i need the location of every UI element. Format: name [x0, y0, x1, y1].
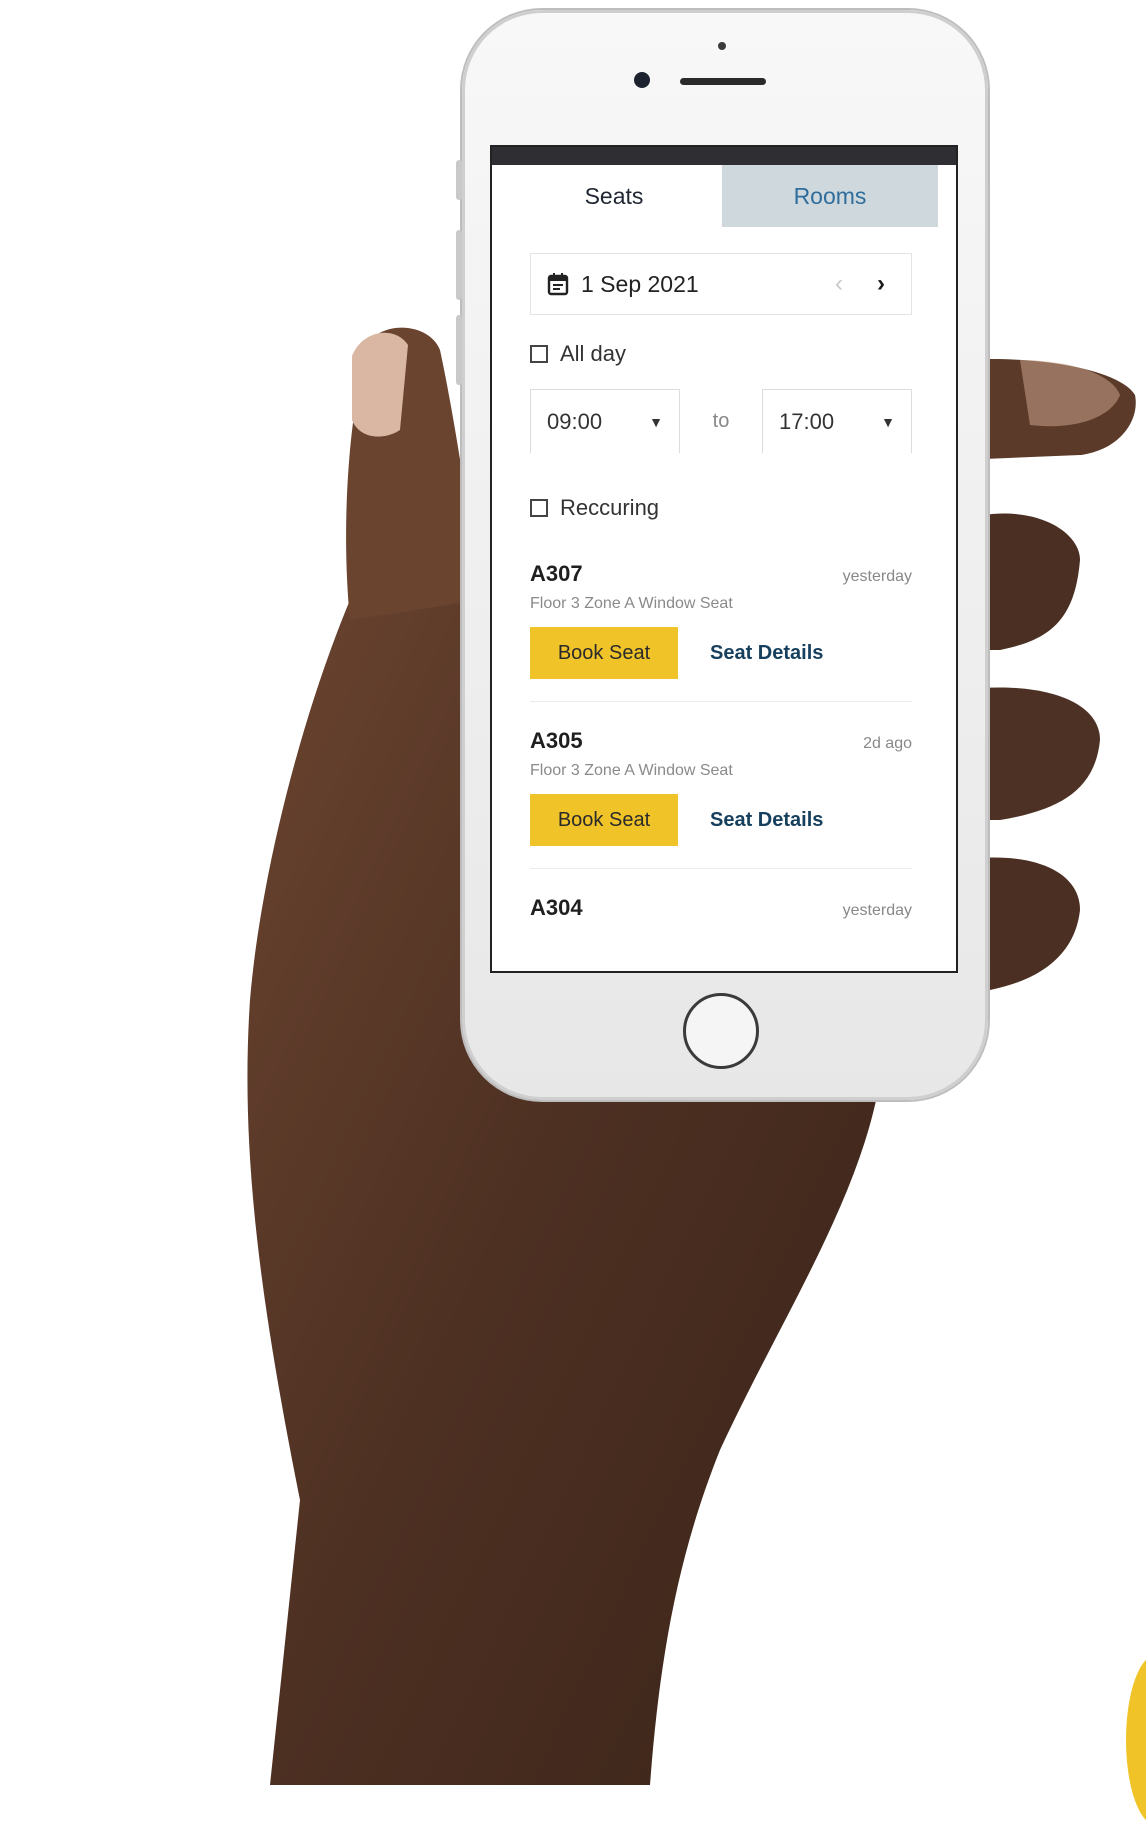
- start-time-value: 09:00: [547, 408, 603, 434]
- selected-date: 1 Sep 2021: [581, 270, 699, 297]
- chevron-right-icon[interactable]: ›: [867, 270, 895, 298]
- seat-id: A305: [530, 728, 583, 753]
- recurring-option[interactable]: Reccuring: [530, 495, 956, 521]
- status-bar: [492, 147, 956, 165]
- date-picker[interactable]: 1 Sep 2021 ‹ ›: [530, 253, 912, 315]
- seat-meta: Floor 3 Zone A Window Seat: [530, 762, 733, 779]
- list-item: A307 yesterday Floor 3 Zone A Window Sea…: [530, 561, 912, 702]
- seat-timestamp: 2d ago: [863, 735, 912, 752]
- home-button[interactable]: [683, 993, 759, 1069]
- list-item: A304 yesterday: [530, 895, 912, 943]
- earpiece-speaker: [680, 78, 766, 85]
- book-seat-button[interactable]: Book Seat: [530, 627, 678, 679]
- list-item: A305 2d ago Floor 3 Zone A Window Seat B…: [530, 728, 912, 869]
- tab-bar: Seats Rooms: [506, 165, 938, 227]
- end-time-value: 17:00: [779, 408, 835, 434]
- all-day-label: All day: [560, 341, 627, 366]
- caret-down-icon: ▼: [649, 413, 663, 430]
- calendar-icon: [547, 273, 569, 296]
- tab-seats[interactable]: Seats: [506, 165, 722, 227]
- phone-volume-button: [456, 315, 462, 385]
- caret-down-icon: ▼: [881, 413, 895, 430]
- seat-details-link[interactable]: Seat Details: [710, 642, 823, 665]
- seat-meta: Floor 3 Zone A Window Seat: [530, 595, 733, 612]
- seat-timestamp: yesterday: [842, 568, 912, 585]
- tab-rooms[interactable]: Rooms: [722, 165, 938, 227]
- seat-id: A304: [530, 895, 583, 920]
- time-separator: to: [712, 409, 730, 432]
- front-camera: [634, 72, 650, 88]
- phone-screen: Seats Rooms 1 Sep 2021 ‹ › All day 09:00…: [490, 145, 958, 973]
- time-range: 09:00 ▼ to 17:00 ▼: [530, 389, 912, 453]
- all-day-checkbox[interactable]: [530, 345, 548, 363]
- seat-id: A307: [530, 561, 583, 586]
- end-time-select[interactable]: 17:00 ▼: [762, 389, 912, 453]
- book-seat-button[interactable]: Book Seat: [530, 794, 678, 846]
- recurring-checkbox[interactable]: [530, 499, 548, 517]
- sensor: [718, 42, 726, 50]
- phone-side-button: [456, 160, 462, 200]
- seat-timestamp: yesterday: [842, 902, 912, 919]
- recurring-label: Reccuring: [560, 495, 660, 520]
- phone-volume-button: [456, 230, 462, 300]
- all-day-option[interactable]: All day: [530, 341, 956, 367]
- chevron-left-icon[interactable]: ‹: [825, 270, 853, 298]
- start-time-select[interactable]: 09:00 ▼: [530, 389, 680, 453]
- seat-details-link[interactable]: Seat Details: [710, 809, 823, 832]
